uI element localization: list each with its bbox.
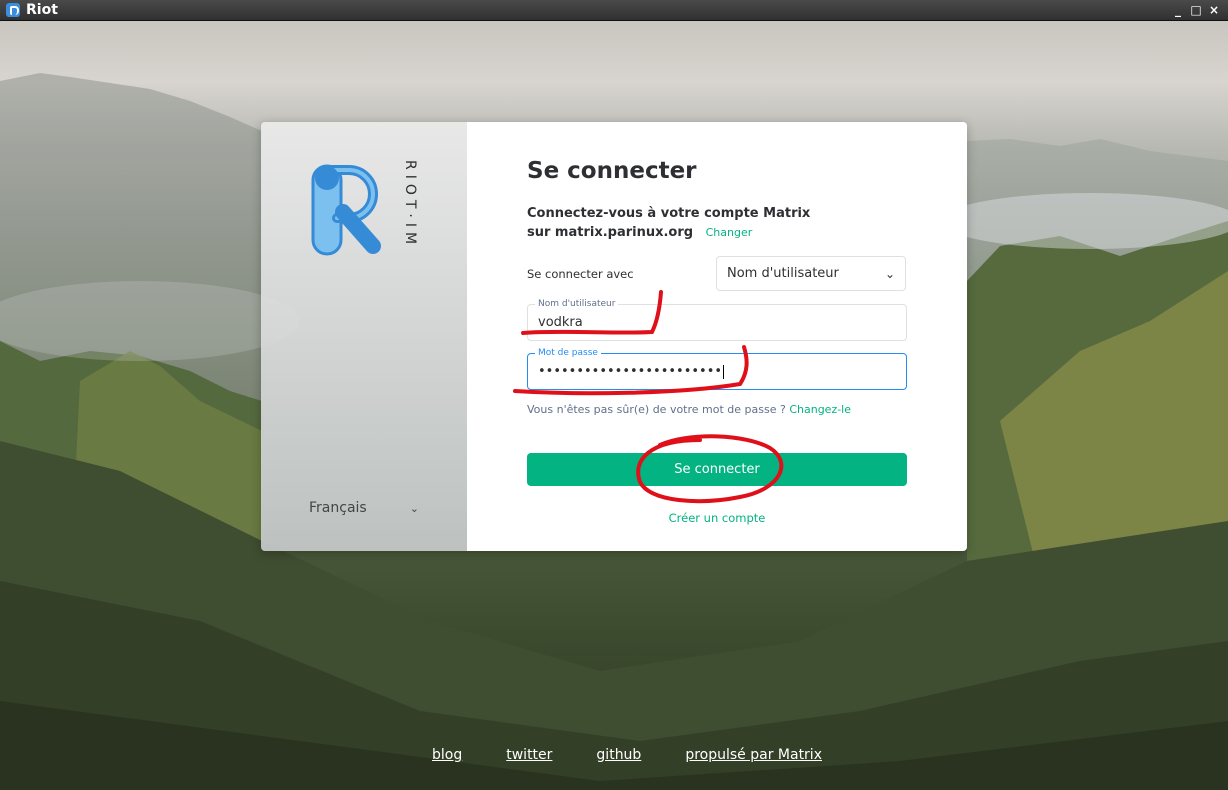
riot-app-icon (6, 3, 20, 17)
footer-links: blog twitter github propulsé par Matrix (432, 747, 822, 763)
login-card-sidebar: RIOT·IM Français ⌄ (261, 122, 467, 551)
login-with-label: Se connecter avec (527, 267, 634, 281)
login-type-dropdown[interactable]: Nom d'utilisateur ⌄ (716, 256, 906, 291)
server-description: Connectez-vous à votre compte Matrix sur… (527, 204, 817, 242)
forgot-password-text: Vous n'êtes pas sûr(e) de votre mot de p… (527, 403, 786, 416)
create-account-link[interactable]: Créer un compte (527, 511, 907, 525)
chevron-down-icon: ⌄ (409, 501, 419, 515)
change-server-link[interactable]: Changer (706, 226, 753, 239)
login-form-panel: Se connecter Connectez-vous à votre comp… (467, 122, 967, 551)
login-card: RIOT·IM Français ⌄ Se connecter Connecte… (261, 122, 967, 551)
reset-password-link[interactable]: Changez-le (789, 403, 851, 416)
footer-link-matrix[interactable]: propulsé par Matrix (685, 747, 822, 763)
maximize-button[interactable]: □ (1188, 2, 1204, 18)
chevron-down-icon: ⌄ (884, 266, 895, 281)
username-field[interactable]: Nom d'utilisateur vodkra (527, 299, 907, 341)
language-value: Français (309, 500, 367, 516)
window-controls: _ □ × (1170, 2, 1222, 18)
minimize-button[interactable]: _ (1170, 2, 1186, 18)
password-label: Mot de passe (535, 348, 601, 358)
password-value: •••••••••••••••••••••••• (538, 364, 723, 379)
page-title: Se connecter (527, 158, 697, 184)
close-button[interactable]: × (1206, 2, 1222, 18)
username-label: Nom d'utilisateur (535, 299, 619, 309)
footer-link-twitter[interactable]: twitter (506, 747, 552, 763)
window-title-bar: Riot _ □ × (0, 0, 1228, 21)
login-type-value: Nom d'utilisateur (727, 266, 839, 281)
text-caret (723, 364, 725, 379)
brand-name: RIOT·IM (402, 160, 418, 250)
language-selector[interactable]: Français ⌄ (309, 500, 419, 516)
window-title: Riot (26, 2, 58, 18)
footer-link-github[interactable]: github (596, 747, 641, 763)
username-value: vodkra (538, 315, 583, 330)
sign-in-button[interactable]: Se connecter (527, 453, 907, 486)
forgot-password: Vous n'êtes pas sûr(e) de votre mot de p… (527, 403, 851, 416)
password-field[interactable]: Mot de passe •••••••••••••••••••••••• (527, 348, 907, 390)
footer-link-blog[interactable]: blog (432, 747, 462, 763)
riot-logo: RIOT·IM (307, 160, 427, 264)
server-description-text: Connectez-vous à votre compte Matrix sur… (527, 206, 811, 240)
